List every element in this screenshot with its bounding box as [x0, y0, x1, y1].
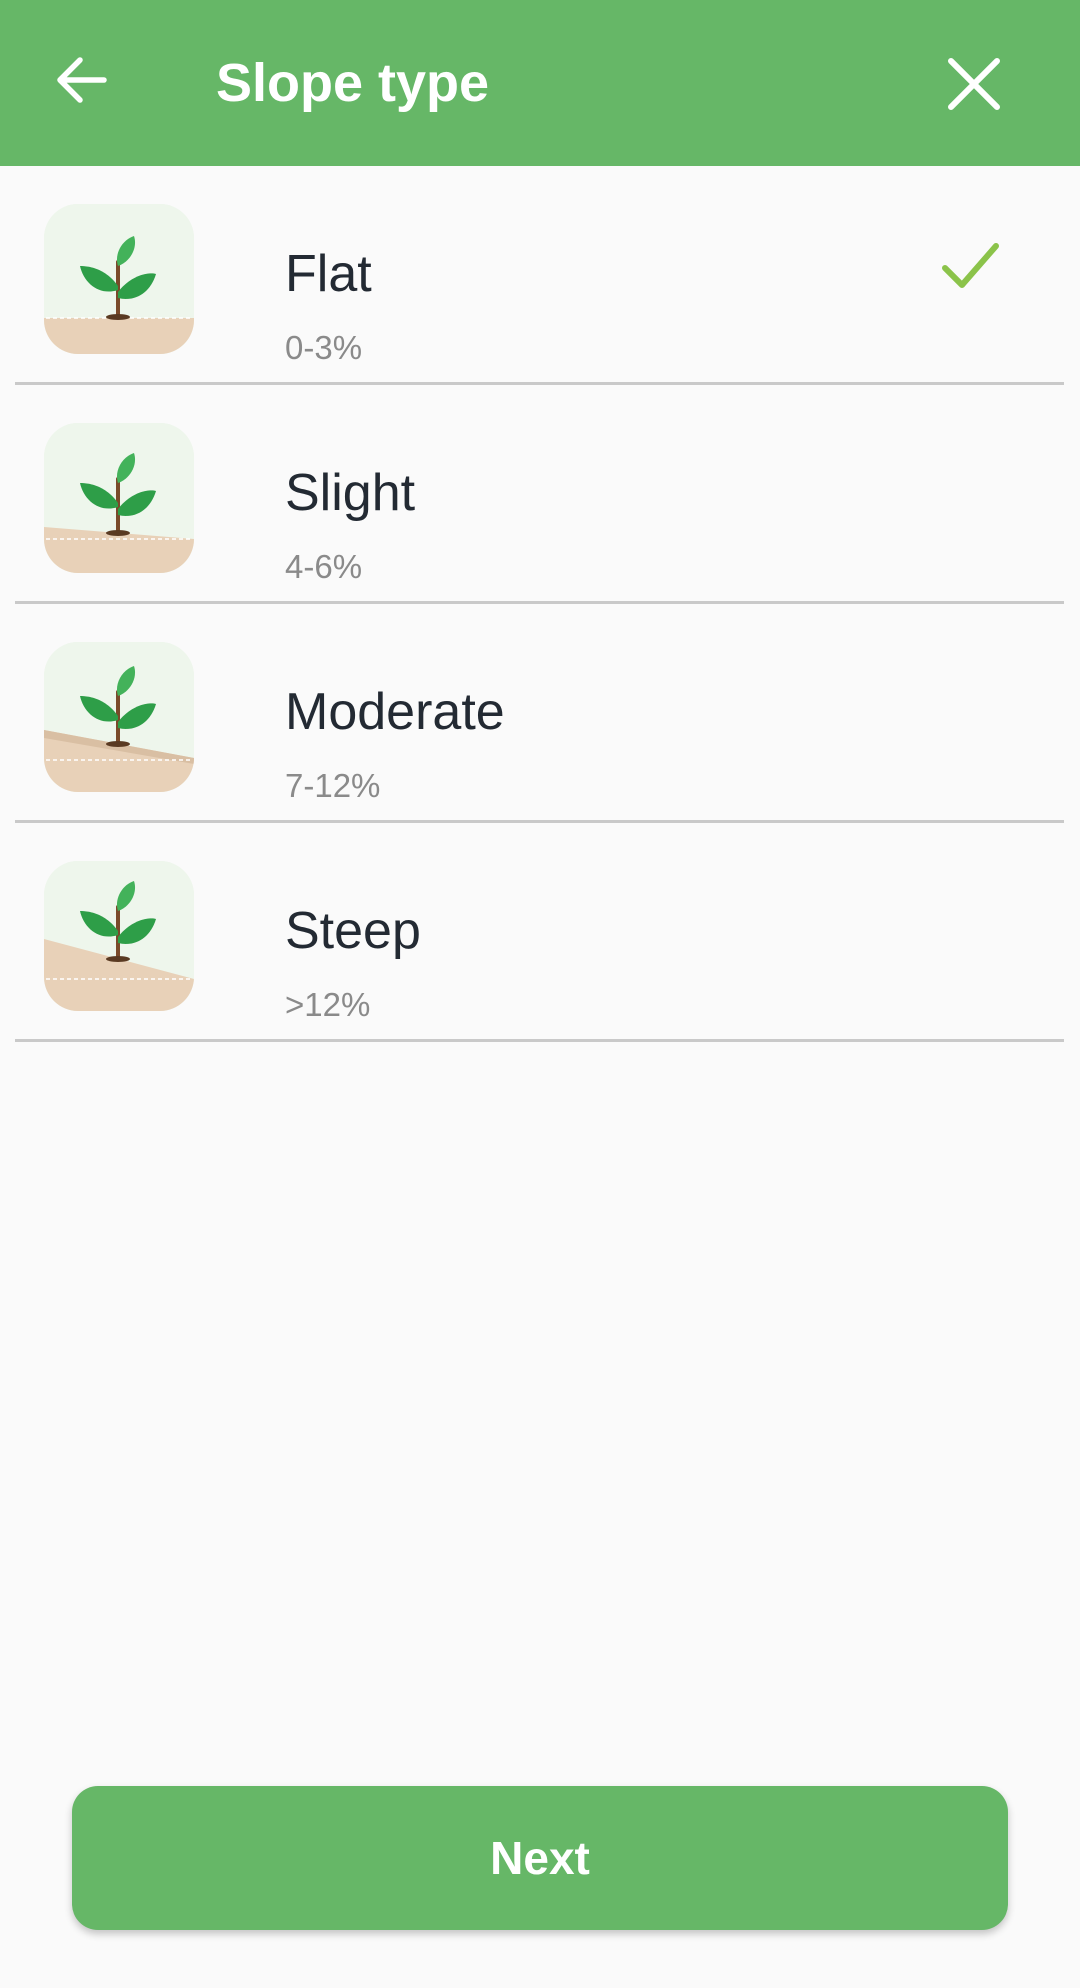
plant-slight-slope-icon: [44, 423, 194, 573]
back-button[interactable]: [50, 48, 114, 112]
slope-type-list: Flat 0-3% Slight 4-6% Moderate 7-12% Ste…: [0, 166, 1080, 1042]
next-button[interactable]: Next: [72, 1786, 1008, 1930]
plant-flat-slope-icon: [44, 204, 194, 354]
slope-option-steep[interactable]: Steep >12%: [0, 823, 1080, 1042]
slope-label: Slight: [285, 464, 416, 522]
slope-range: 0-3%: [285, 329, 363, 366]
divider: [15, 1039, 1064, 1042]
slope-option-flat[interactable]: Flat 0-3%: [0, 166, 1080, 385]
close-button[interactable]: [940, 50, 1008, 118]
slope-option-moderate[interactable]: Moderate 7-12%: [0, 604, 1080, 823]
plant-moderate-slope-icon: [44, 642, 194, 792]
slope-label: Moderate: [285, 683, 505, 741]
plant-steep-slope-icon: [44, 861, 194, 1011]
slope-label: Flat: [285, 245, 372, 303]
slope-label: Steep: [285, 902, 421, 960]
app-bar: Slope type: [0, 0, 1080, 166]
checkmark-icon: [942, 243, 999, 288]
slope-range: 4-6%: [285, 548, 363, 585]
close-icon: [948, 58, 1000, 110]
page-title: Slope type: [216, 53, 490, 113]
arrow-left-icon: [57, 57, 107, 103]
slope-option-slight[interactable]: Slight 4-6%: [0, 385, 1080, 604]
slope-range: >12%: [285, 986, 371, 1023]
slope-range: 7-12%: [285, 767, 381, 804]
